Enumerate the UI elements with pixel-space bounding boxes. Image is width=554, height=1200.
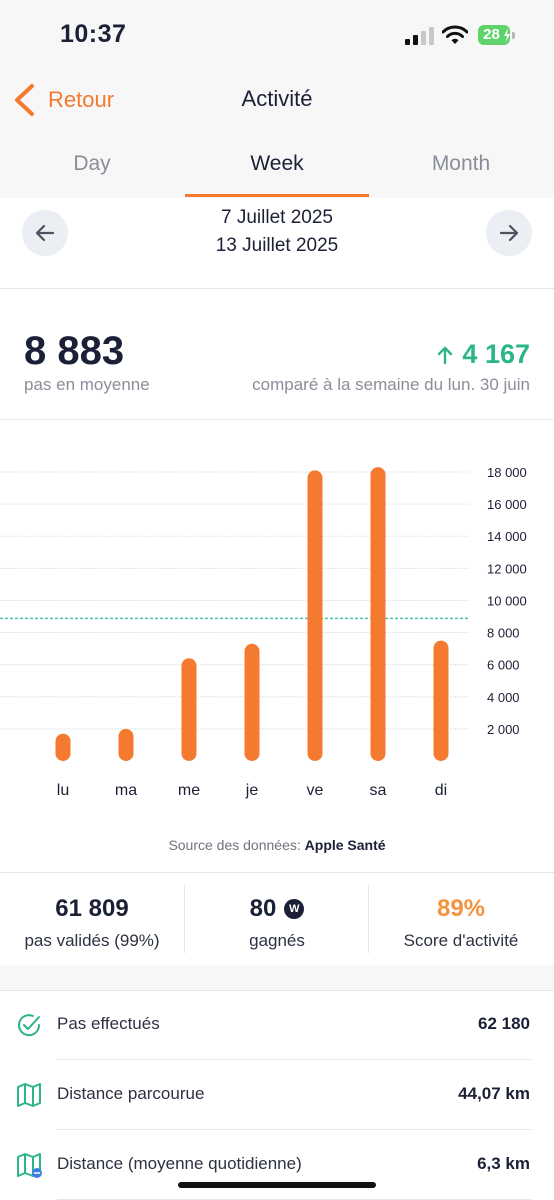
distance-average-label: Distance (moyenne quotidienne) bbox=[57, 1154, 302, 1173]
bar-me bbox=[181, 658, 197, 761]
y-tick-label: 14 000 bbox=[487, 529, 527, 544]
period-tabs: Day Week Month bbox=[0, 130, 554, 198]
average-steps-value: 8 883 bbox=[24, 329, 125, 373]
date-range-end: 13 Juillet 2025 bbox=[215, 235, 339, 256]
stat-validated-steps: 61 809 pas validés (99%) bbox=[0, 873, 184, 965]
steps-done-label: Pas effectués bbox=[57, 1014, 160, 1033]
y-tick-label: 2 000 bbox=[487, 722, 520, 737]
distance-average-value: 6,3 km bbox=[477, 1154, 530, 1173]
status-time: 10:37 bbox=[60, 20, 127, 48]
bar-sa bbox=[370, 467, 386, 761]
x-tick-label: je bbox=[245, 782, 259, 799]
data-source: Source des données: Apple Santé bbox=[0, 837, 554, 853]
navigation-bar: Retour Activité bbox=[0, 70, 554, 130]
validated-steps-label: pas validés (99%) bbox=[24, 931, 160, 950]
next-week-button[interactable] bbox=[486, 210, 532, 256]
x-tick-label: me bbox=[178, 782, 200, 799]
wifi-icon bbox=[442, 25, 468, 44]
battery-level: 28 bbox=[483, 26, 500, 43]
distance-value: 44,07 km bbox=[458, 1084, 530, 1103]
active-tab-indicator bbox=[185, 194, 369, 197]
data-source-name: Apple Santé bbox=[304, 837, 386, 853]
y-tick-label: 4 000 bbox=[487, 690, 520, 705]
stat-value: 80 W bbox=[185, 895, 369, 923]
bar-lu bbox=[55, 733, 71, 761]
cellular-signal-icon bbox=[405, 27, 434, 45]
stat-earned: 80 W gagnés bbox=[185, 873, 369, 965]
stats-row: 61 809 pas validés (99%) 80 W gagnés 89%… bbox=[0, 872, 554, 966]
map-average-icon bbox=[17, 1153, 42, 1178]
steps-done-value: 62 180 bbox=[478, 1014, 530, 1033]
x-tick-label: di bbox=[435, 782, 447, 799]
battery-tip bbox=[512, 32, 515, 39]
tab-month[interactable]: Month bbox=[369, 130, 553, 198]
x-tick-label: ma bbox=[115, 782, 137, 799]
data-source-prefix: Source des données: bbox=[168, 837, 301, 853]
comparison-label: comparé à la semaine du lun. 30 juin bbox=[252, 375, 530, 394]
distance-label: Distance parcourue bbox=[57, 1084, 205, 1103]
date-range-selector: 7 Juillet 2025 13 Juillet 2025 bbox=[0, 198, 554, 289]
check-circle-icon bbox=[18, 1014, 41, 1037]
steps-delta: 4 167 bbox=[436, 339, 530, 370]
map-icon bbox=[17, 1083, 41, 1107]
charging-bolt-icon bbox=[504, 28, 510, 42]
page-title: Activité bbox=[241, 86, 313, 111]
y-tick-label: 10 000 bbox=[487, 593, 527, 608]
tab-day[interactable]: Day bbox=[0, 130, 184, 198]
y-tick-label: 18 000 bbox=[487, 465, 527, 480]
weekly-summary: 8 883 pas en moyenne 4 167 comparé à la … bbox=[0, 289, 554, 420]
y-tick-label: 16 000 bbox=[487, 497, 527, 512]
bar-ma bbox=[118, 728, 134, 761]
list-item-distance-average: Distance (moyenne quotidienne) 6,3 km bbox=[0, 1130, 554, 1200]
weekly-steps-chart: 2 000 4 000 6 000 8 000 10 000 12 000 14 000 16… bbox=[0, 465, 527, 799]
bar-je bbox=[244, 643, 260, 761]
activity-score-value: 89% bbox=[436, 895, 486, 922]
y-tick-label: 8 000 bbox=[487, 626, 520, 641]
list-item-distance: Distance parcourue 44,07 km bbox=[0, 1060, 554, 1130]
y-tick-label: 6 000 bbox=[487, 658, 520, 673]
battery-indicator: 28 bbox=[478, 25, 516, 47]
earned-value: 80 bbox=[249, 895, 277, 922]
date-range-label: 7 Juillet 2025 13 Juillet 2025 bbox=[0, 204, 554, 260]
earned-label: gagnés bbox=[249, 931, 305, 950]
section-spacer bbox=[0, 965, 554, 991]
list-item-steps-done: Pas effectués 62 180 bbox=[0, 990, 554, 1060]
x-tick-label: lu bbox=[57, 782, 69, 799]
stat-activity-score: 89% Score d'activité bbox=[369, 873, 553, 965]
stat-value: 89% bbox=[369, 895, 553, 923]
average-steps-label: pas en moyenne bbox=[24, 375, 150, 394]
tab-week[interactable]: Week bbox=[185, 130, 369, 198]
bar-di bbox=[433, 640, 449, 761]
bar-ve bbox=[307, 470, 323, 761]
stat-value: 61 809 bbox=[0, 895, 184, 923]
steps-delta-value: 4 167 bbox=[462, 339, 530, 369]
status-bar: 10:37 28 bbox=[0, 0, 554, 70]
coin-w-icon: W bbox=[284, 899, 305, 919]
arrow-right-icon bbox=[499, 224, 519, 242]
date-range-start: 7 Juillet 2025 bbox=[221, 207, 333, 228]
home-indicator[interactable] bbox=[178, 1182, 376, 1188]
y-tick-label: 12 000 bbox=[487, 561, 527, 576]
validated-steps-value: 61 809 bbox=[55, 895, 129, 922]
activity-score-label: Score d'activité bbox=[403, 931, 519, 950]
x-tick-label: ve bbox=[307, 782, 324, 799]
x-tick-label: sa bbox=[370, 782, 387, 799]
arrow-up-icon bbox=[438, 346, 453, 364]
